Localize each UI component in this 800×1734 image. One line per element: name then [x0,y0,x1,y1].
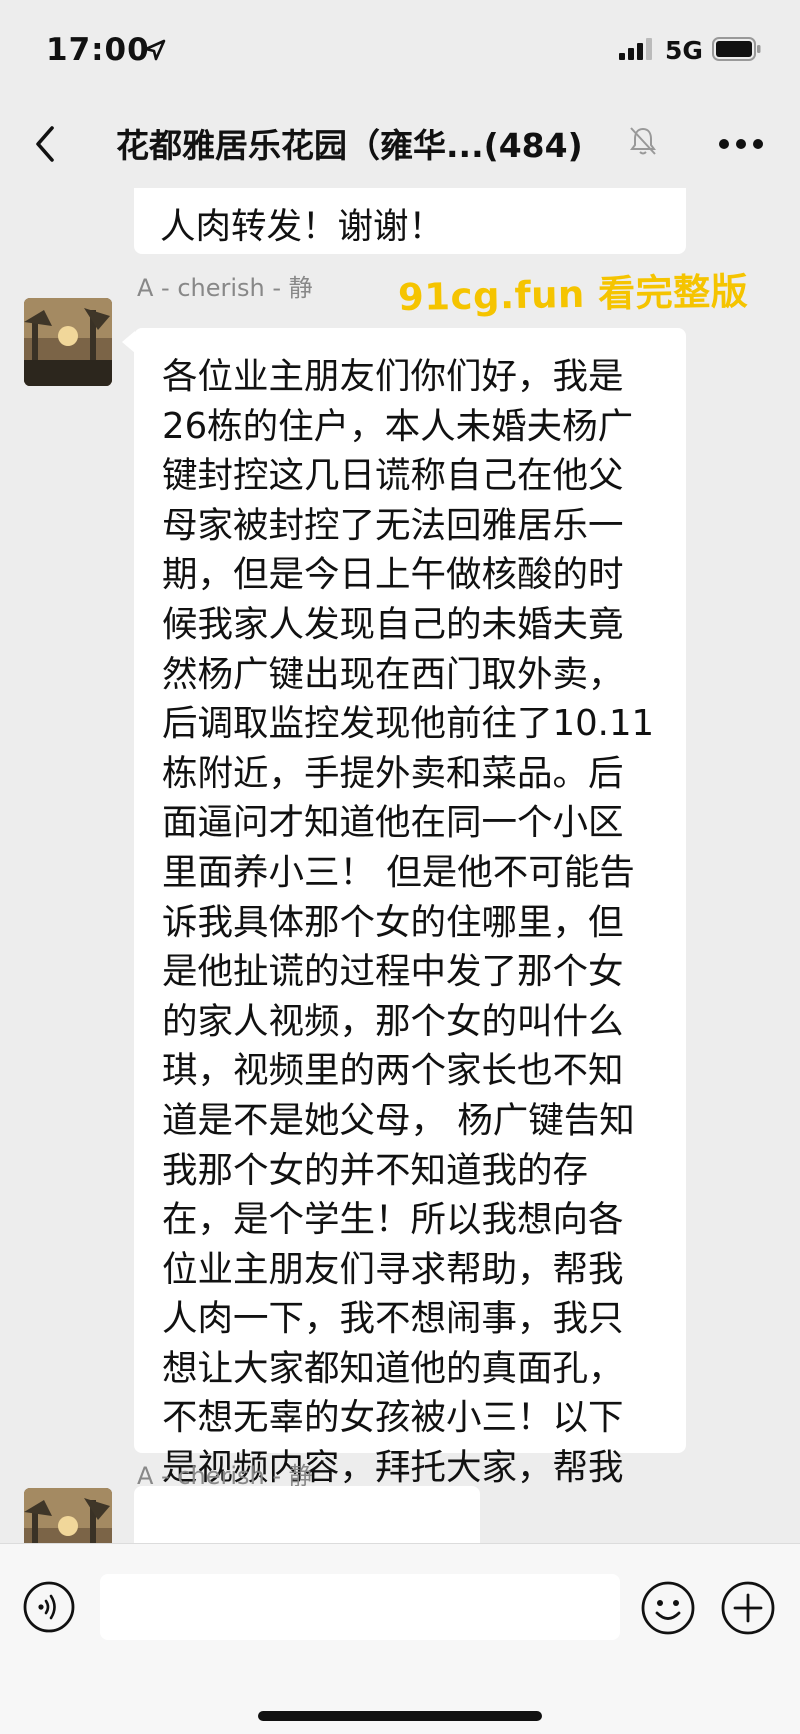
message-line: 是他扯谎的过程中发了那个女 [162,951,624,993]
avatar-image [24,298,112,386]
ellipsis-icon[interactable] [718,138,764,150]
message-line: 母家被封控了无法回雅居乐一 [162,504,624,546]
chat-title: 花都雅居乐花园（雍华...(484) [116,126,583,165]
message-line: 诉我具体那个女的住哪里，但 [162,901,624,943]
status-bar: 17:00 5G [0,0,800,100]
message-line: 栋附近，手提外卖和菜品。后 [162,752,624,794]
previous-message-bubble[interactable]: 人肉转发！谢谢！ [134,188,686,254]
network-label: 5G [665,36,703,65]
avatar-image [24,1488,112,1543]
location-arrow-icon [144,39,166,61]
message-line: 琪，视频里的两个家长也不知 [162,1050,624,1092]
plus-circle-icon[interactable] [720,1580,776,1636]
bell-muted-icon [630,127,656,155]
emoji-icon[interactable] [640,1580,696,1636]
chat-header: 花都雅居乐花园（雍华...(484) [0,100,800,188]
message-line: 26栋的住户，本人未婚夫杨广 [162,405,634,447]
message-line: 的家人视频，那个女的叫什么 [162,1000,624,1042]
signal-icon [619,38,652,60]
message-text: 各位业主朋友们你们好，我是 26栋的住户，本人未婚夫杨广 键封控这几日谎称自己在他父… [162,328,680,1542]
sender-name: A - cherish - 静 [137,274,313,302]
message-line: 我那个女的并不知道我的存 [162,1149,589,1191]
message-line: 键封控这几日谎称自己在他父 [162,455,624,497]
message-line: 各位业主朋友们你们好，我是 [162,356,624,397]
home-indicator [258,1711,542,1721]
message-bubble[interactable]: 各位业主朋友们你们好，我是 26栋的住户，本人未婚夫杨广 键封控这几日谎称自己在他父… [134,328,686,1538]
message-line: 人肉一下，我不想闹事，我只 [162,1298,624,1340]
message-line: 候我家人发现自己的未婚夫竟 [162,603,624,645]
chevron-left-icon[interactable] [28,122,64,166]
message-line: 面逼问才知道他在同一个小区 [162,802,624,844]
message-line: 期，但是今日上午做核酸的时 [162,554,624,596]
message-line: 不想无辜的女孩被小三！以下 [162,1397,624,1439]
message-line: 里面养小三！ 但是他不可能告 [162,851,635,893]
avatar[interactable] [24,1488,112,1543]
message-line: 人肉转发！谢谢！ [160,206,445,247]
message-line: 然杨广键出现在西门取外卖， [162,653,624,695]
chat-area[interactable]: 人肉转发！谢谢！ A - cherish - 静 各位业主朋友们你们好，我是 26… [0,188,800,1543]
battery-icon [712,37,761,61]
input-bar [0,1543,800,1734]
message-line: 道是不是她父母， 杨广键告知 [162,1099,635,1141]
message-line: 在，是个学生！所以我想向各 [162,1199,624,1241]
message-line: 想让大家都知道他的真面孔， [162,1347,624,1389]
message-line: 后调取监控发现他前往了10.11 [162,703,655,745]
avatar[interactable] [24,298,112,386]
voice-icon[interactable] [22,1580,76,1634]
message-bubble[interactable] [134,1486,480,1543]
message-input[interactable] [100,1574,620,1640]
status-time: 17:00 [46,32,150,68]
message-line: 位业主朋友们寻求帮助，帮我 [162,1248,624,1290]
watermark: 91cg.fun 看完整版 [397,269,749,320]
